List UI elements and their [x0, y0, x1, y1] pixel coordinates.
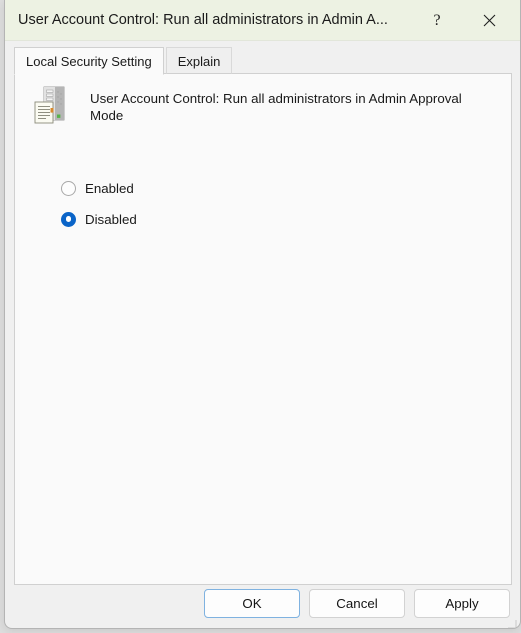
tab-content-panel: User Account Control: Run all administra… [14, 73, 512, 585]
ok-button[interactable]: OK [204, 589, 300, 618]
resize-grip[interactable] [507, 616, 517, 628]
resize-grip-icon [508, 620, 517, 628]
policy-title: User Account Control: Run all administra… [90, 91, 462, 123]
title-bar[interactable]: User Account Control: Run all administra… [5, 0, 520, 41]
tab-strip: Local Security Setting Explain [14, 46, 233, 75]
radio-option-enabled-label: Enabled [85, 180, 134, 196]
help-button[interactable]: ? [414, 0, 460, 41]
tab-local-security-setting-label: Local Security Setting [26, 54, 152, 69]
policy-header: User Account Control: Run all administra… [32, 84, 493, 128]
window-title: User Account Control: Run all administra… [18, 12, 388, 28]
security-policy-computer-icon [32, 84, 76, 128]
cancel-button[interactable]: Cancel [309, 589, 405, 618]
apply-button-label: Apply [445, 596, 479, 611]
ok-button-label: OK [242, 596, 262, 611]
close-icon [483, 14, 495, 27]
tab-local-security-setting[interactable]: Local Security Setting [14, 47, 164, 75]
radio-option-enabled[interactable]: Enabled [61, 176, 137, 200]
policy-setting-radio-group: Enabled Disabled [61, 176, 137, 238]
tab-explain[interactable]: Explain [165, 47, 233, 74]
tab-explain-label: Explain [177, 54, 221, 69]
question-mark-icon: ? [433, 11, 441, 29]
cancel-button-label: Cancel [336, 596, 378, 611]
radio-option-disabled[interactable]: Disabled [61, 207, 137, 231]
radio-checked-icon[interactable] [61, 211, 76, 227]
radio-unchecked-icon[interactable] [61, 180, 76, 196]
security-policy-properties-dialog: User Account Control: Run all administra… [4, 0, 521, 629]
dialog-footer: OK Cancel Apply [204, 589, 510, 618]
close-button[interactable] [466, 0, 512, 41]
radio-option-disabled-label: Disabled [85, 211, 137, 227]
apply-button[interactable]: Apply [414, 589, 510, 618]
